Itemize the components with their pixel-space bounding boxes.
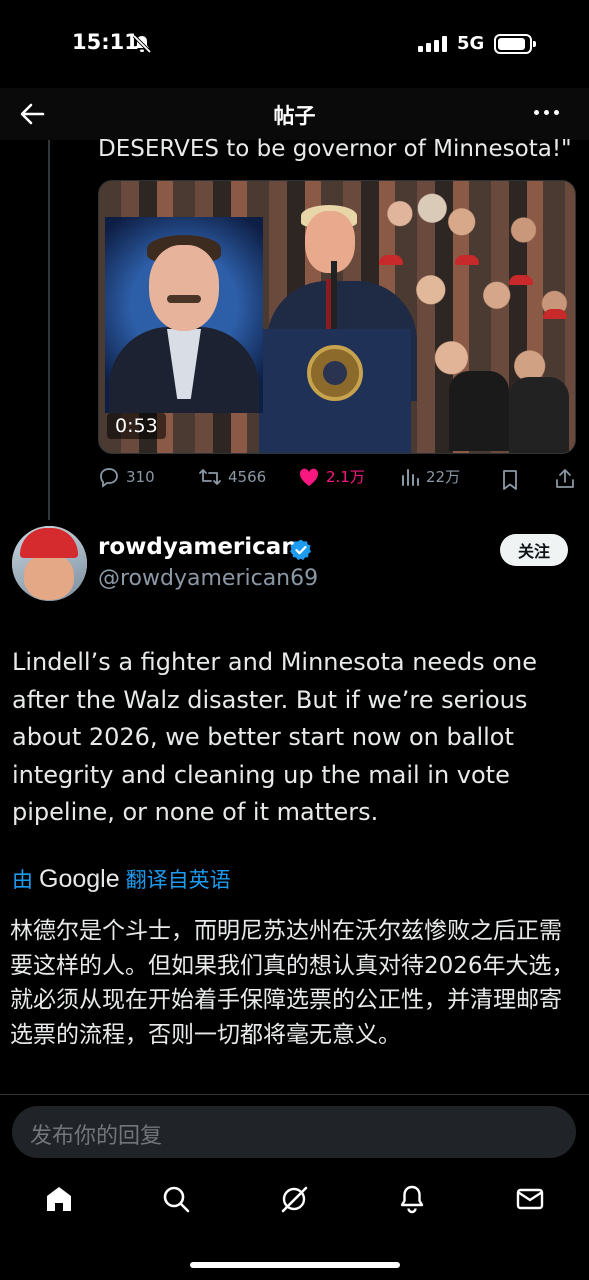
- battery-icon: [494, 34, 536, 54]
- post-actions: 310 4566 2.1万 22万: [98, 466, 578, 496]
- divider: [0, 1094, 589, 1095]
- inset-portrait: [105, 217, 263, 413]
- reply-composer[interactable]: 发布你的回复: [12, 1106, 576, 1158]
- avatar[interactable]: [12, 526, 87, 601]
- reply-button[interactable]: 310: [98, 466, 155, 488]
- author-display-name[interactable]: rowdyamerican: [98, 534, 298, 560]
- network-type: 5G: [457, 33, 485, 54]
- translate-prefix: 由: [12, 868, 33, 892]
- like-button[interactable]: 2.1万: [298, 466, 365, 487]
- translation-attribution[interactable]: 由 Google 翻译自英语: [12, 864, 231, 894]
- translated-text: 林德尔是个斗士，而明尼苏达州在沃尔兹惨败之后正需要这样的人。但如果我们真的想认真…: [10, 918, 575, 1048]
- reply-count: 310: [126, 468, 155, 486]
- google-logo: Google: [39, 864, 120, 893]
- podium-seal: [307, 345, 363, 401]
- share-icon[interactable]: [554, 468, 576, 490]
- repost-count: 4566: [228, 468, 267, 486]
- repost-icon: [199, 469, 221, 485]
- follow-button[interactable]: 关注: [500, 534, 568, 566]
- notifications-icon[interactable]: [397, 1184, 427, 1214]
- reply-author-header: rowdyamerican @rowdyamerican69 关注: [12, 526, 582, 606]
- signal-icon: [418, 36, 447, 52]
- bookmark-icon[interactable]: [500, 469, 520, 491]
- translate-suffix: 翻译自英语: [125, 868, 231, 892]
- repost-button[interactable]: 4566: [198, 466, 266, 488]
- search-icon[interactable]: [161, 1184, 191, 1214]
- grok-icon[interactable]: [279, 1184, 309, 1214]
- video-duration: 0:53: [107, 413, 166, 439]
- reply-input[interactable]: 发布你的回复: [30, 1118, 162, 1150]
- messages-icon[interactable]: [515, 1184, 545, 1214]
- top-nav: 帖子: [0, 88, 589, 140]
- page-title: 帖子: [273, 104, 316, 128]
- heart-icon: [299, 468, 319, 486]
- thread-connector-line: [48, 140, 50, 520]
- views-button[interactable]: 22万: [400, 466, 460, 487]
- verified-badge-icon: [290, 539, 311, 561]
- clock: 15:11: [72, 30, 139, 54]
- reply-text: Lindell’s a fighter and Minnesota needs …: [12, 648, 537, 826]
- views-icon: [402, 468, 419, 486]
- reply-icon: [100, 468, 118, 488]
- author-handle[interactable]: @rowdyamerican69: [98, 566, 318, 591]
- status-bar: 15:11 5G: [0, 0, 589, 88]
- home-icon[interactable]: [44, 1184, 74, 1214]
- parent-post-text: DESERVES to be governor of Minnesota!": [98, 136, 572, 162]
- silent-bell-icon: [132, 34, 152, 54]
- view-count: 22万: [426, 468, 461, 486]
- more-options-icon[interactable]: [534, 110, 559, 115]
- home-indicator[interactable]: [190, 1262, 400, 1268]
- video-player[interactable]: 0:53: [98, 180, 576, 454]
- like-count: 2.1万: [326, 468, 365, 486]
